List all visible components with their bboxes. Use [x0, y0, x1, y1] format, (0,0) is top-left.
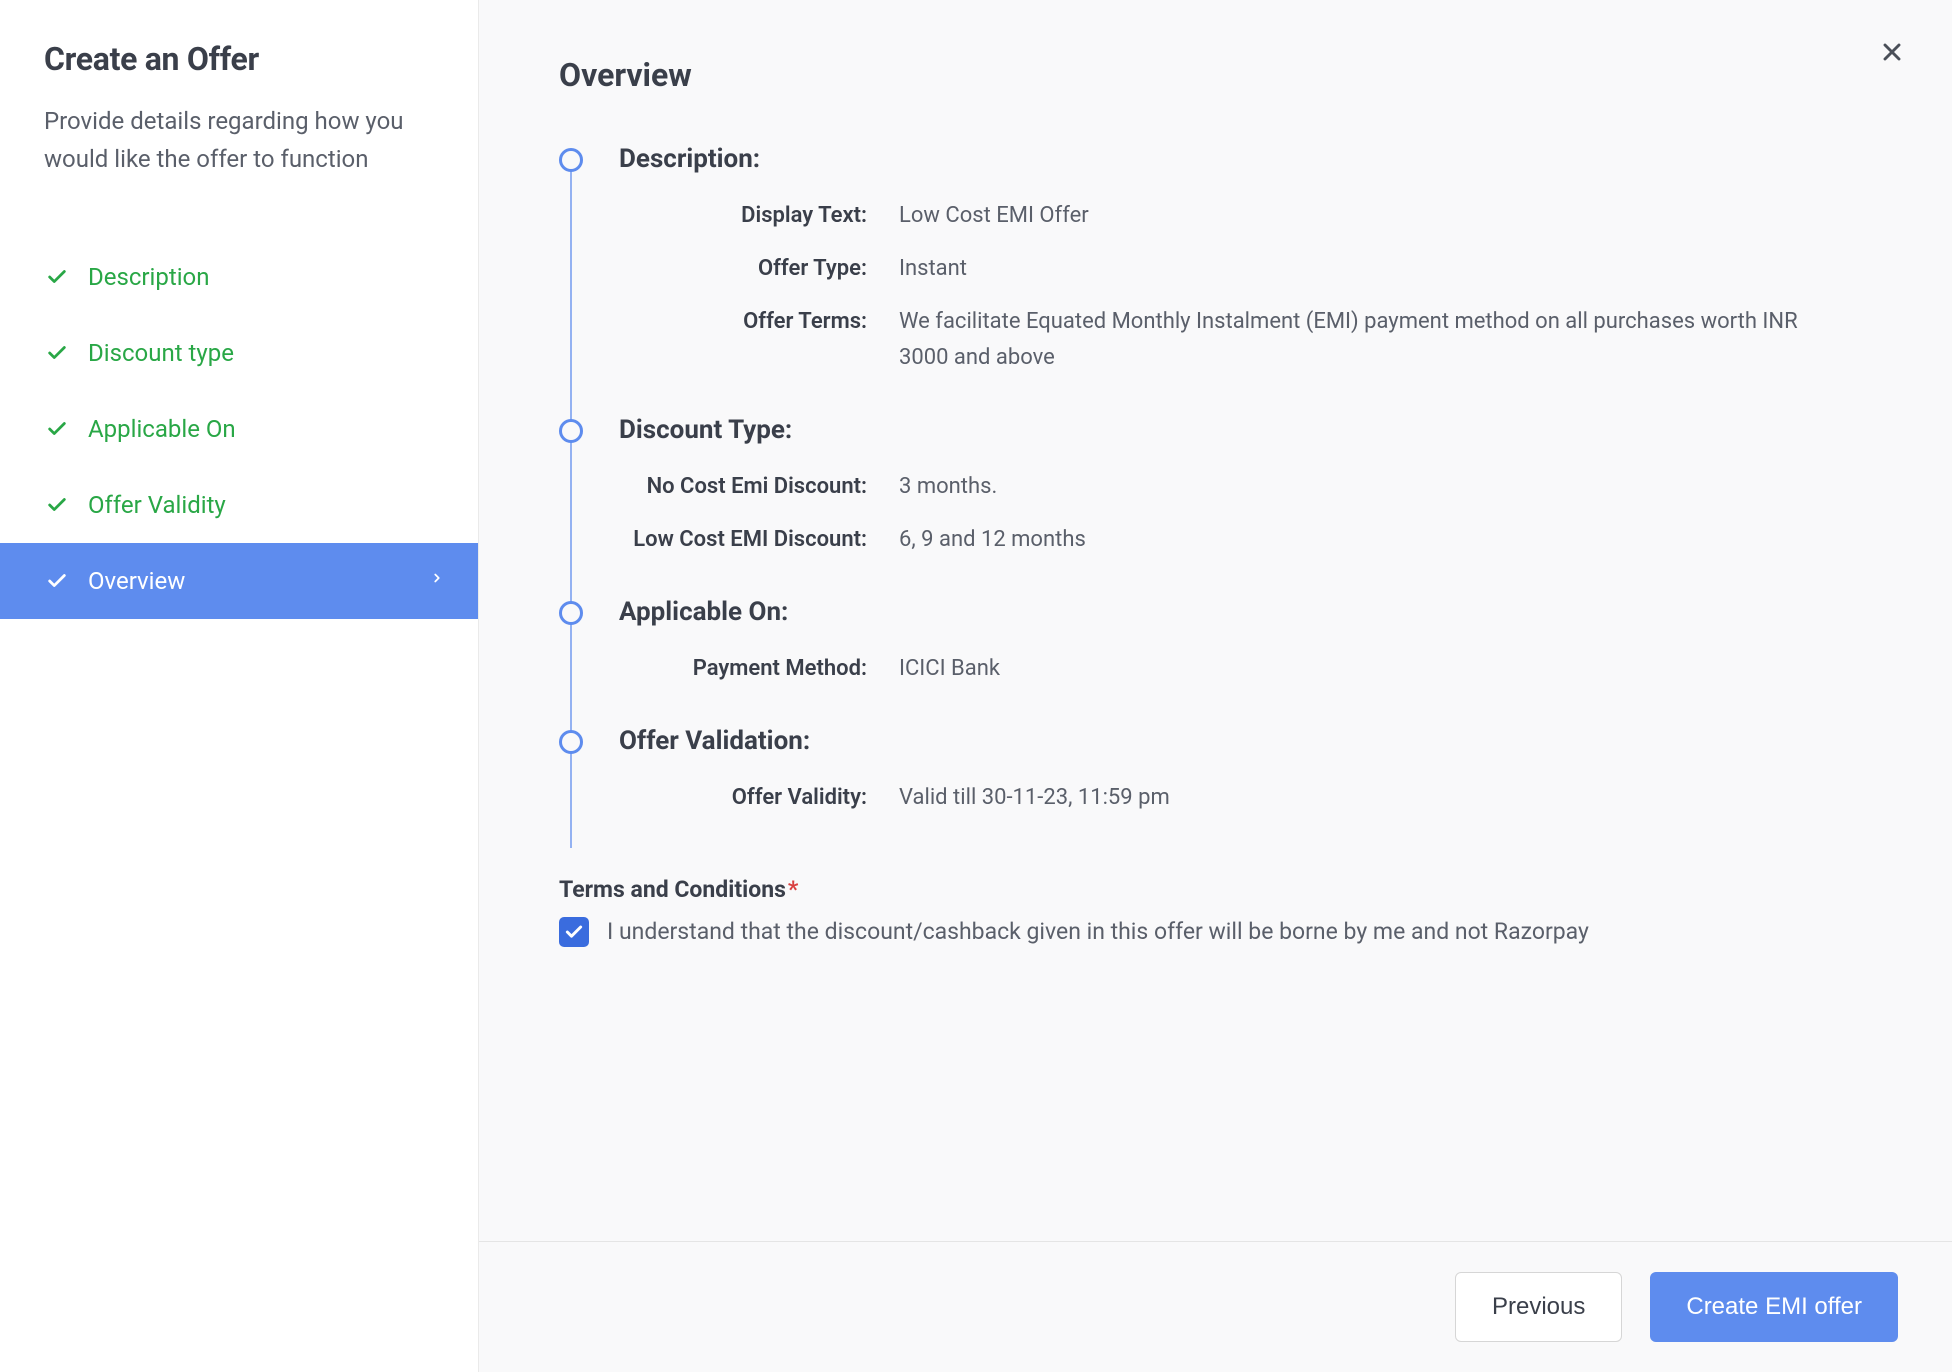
nav-item-label: Applicable On: [88, 415, 236, 443]
footer-actions: Previous Create EMI offer: [479, 1241, 1952, 1372]
timeline-dot-icon: [559, 148, 583, 172]
timeline-dot-icon: [559, 419, 583, 443]
nav-item-label: Description: [88, 263, 210, 291]
nav-item-applicable-on[interactable]: Applicable On: [0, 391, 478, 467]
timeline-dot-icon: [559, 730, 583, 754]
section-discount-type: Discount Type: No Cost Emi Discount: 3 m…: [559, 415, 1872, 557]
check-icon: [44, 340, 70, 366]
field-label: Payment Method:: [619, 656, 899, 681]
section-description: Description: Display Text: Low Cost EMI …: [559, 144, 1872, 375]
field-value: Low Cost EMI Offer: [899, 198, 1089, 233]
nav-item-label: Overview: [88, 567, 185, 595]
field-label: Low Cost EMI Discount:: [619, 527, 899, 552]
check-icon: [44, 416, 70, 442]
section-applicable-on: Applicable On: Payment Method: ICICI Ban…: [559, 597, 1872, 686]
chevron-right-icon: [430, 567, 444, 595]
timeline-dot-icon: [559, 601, 583, 625]
terms-checkbox[interactable]: [559, 917, 589, 947]
previous-button[interactable]: Previous: [1455, 1272, 1622, 1342]
field-label: Offer Type:: [619, 256, 899, 281]
nav-item-offer-validity[interactable]: Offer Validity: [0, 467, 478, 543]
nav-item-description[interactable]: Description: [0, 239, 478, 315]
main-panel: Overview Description: Display Text: Low …: [478, 0, 1952, 1372]
section-offer-validation: Offer Validation: Offer Validity: Valid …: [559, 726, 1872, 815]
nav-item-label: Discount type: [88, 339, 234, 367]
field-value: Instant: [899, 251, 967, 286]
section-title: Offer Validation:: [619, 726, 1872, 756]
required-asterisk: *: [788, 876, 798, 903]
section-title: Applicable On:: [619, 597, 1872, 627]
nav-item-label: Offer Validity: [88, 491, 226, 519]
check-icon: [44, 568, 70, 594]
nav-item-discount-type[interactable]: Discount type: [0, 315, 478, 391]
check-icon: [44, 264, 70, 290]
field-label: Offer Terms:: [619, 309, 899, 334]
terms-title: Terms and Conditions*: [559, 876, 1872, 903]
section-title: Description:: [619, 144, 1872, 174]
terms-and-conditions: Terms and Conditions* I understand that …: [559, 876, 1872, 947]
field-label: Display Text:: [619, 203, 899, 228]
sidebar-title: Create an Offer: [44, 40, 434, 78]
close-button[interactable]: [1876, 36, 1908, 68]
field-value: We facilitate Equated Monthly Instalment…: [899, 304, 1799, 374]
section-title: Discount Type:: [619, 415, 1872, 445]
sidebar-description: Provide details regarding how you would …: [44, 102, 434, 179]
field-label: Offer Validity:: [619, 785, 899, 810]
terms-text: I understand that the discount/cashback …: [607, 918, 1589, 945]
overview-timeline: Description: Display Text: Low Cost EMI …: [559, 144, 1872, 816]
step-nav: Description Discount type Applicable On …: [0, 239, 478, 619]
field-label: No Cost Emi Discount:: [619, 474, 899, 499]
check-icon: [44, 492, 70, 518]
page-title: Overview: [559, 56, 1872, 94]
field-value: Valid till 30-11-23, 11:59 pm: [899, 780, 1170, 815]
create-emi-offer-button[interactable]: Create EMI offer: [1650, 1272, 1898, 1342]
sidebar: Create an Offer Provide details regardin…: [0, 0, 478, 1372]
field-value: 6, 9 and 12 months: [899, 522, 1086, 557]
field-value: 3 months.: [899, 469, 997, 504]
nav-item-overview[interactable]: Overview: [0, 543, 478, 619]
field-value: ICICI Bank: [899, 651, 1000, 686]
